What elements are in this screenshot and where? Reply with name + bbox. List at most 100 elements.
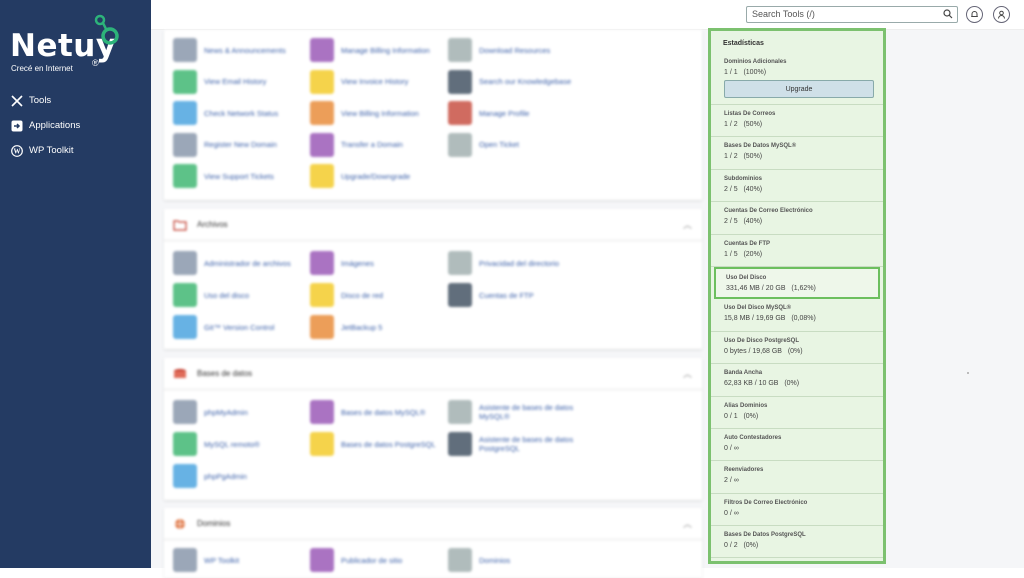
tool-icon — [310, 548, 334, 572]
tool-link[interactable]: MySQL remoto® — [173, 432, 260, 456]
tool-link[interactable]: Manage Profile — [448, 101, 529, 125]
tool-link[interactable]: View Invoice History — [310, 69, 408, 94]
chevron-up-icon[interactable]: ︿ — [683, 517, 692, 530]
tool-link[interactable]: JetBackup 5 — [310, 315, 382, 339]
tool-link[interactable]: Bases de datos MySQL® — [310, 400, 425, 424]
sidebar-item-applications[interactable]: Applications — [0, 113, 151, 138]
tool-label: View Email History — [204, 77, 267, 86]
tool-link[interactable]: phpMyAdmin — [173, 400, 248, 424]
tool-icon — [173, 101, 197, 125]
user-menu-button[interactable] — [993, 6, 1010, 23]
stat-value: 1 / 2 (50%) — [724, 121, 763, 128]
tool-link[interactable]: Open Ticket — [448, 132, 520, 157]
tool-link[interactable]: Upgrade/Downgrade — [310, 164, 410, 188]
stat-value: 15,8 MB / 19,69 GB (0,08%) — [724, 315, 816, 323]
database-icon — [174, 368, 186, 378]
netuy-logo[interactable]: Netuy Crecé en Internet ® — [10, 14, 140, 76]
tool-label: Open Ticket — [479, 140, 520, 149]
tool-icon — [448, 38, 472, 62]
sidebar-item-tools[interactable]: Tools — [0, 88, 151, 113]
tool-icon — [448, 432, 472, 456]
tool-link[interactable]: View Email History — [173, 69, 267, 94]
tool-label: JetBackup 5 — [341, 322, 383, 332]
stat-value: 2 / 5 (40%) — [724, 218, 763, 226]
search-icon[interactable] — [943, 9, 953, 19]
tool-label: Administrador de archivos — [204, 258, 291, 268]
tool-icon — [310, 101, 334, 125]
tool-link[interactable]: Publicador de sitio — [310, 548, 402, 572]
tool-link[interactable]: Dominios — [448, 548, 510, 572]
tool-label: Cuentas de FTP — [479, 290, 534, 300]
stat-label: Reenviadores — [724, 467, 764, 474]
tool-label: Dominios — [479, 555, 511, 565]
tool-label: phpPgAdmin — [204, 471, 247, 481]
notifications-button[interactable] — [966, 6, 983, 23]
stat-value: 0 bytes / 19,68 GB (0%) — [724, 347, 803, 355]
tool-icon — [448, 251, 472, 275]
stat-value: 0 / ∞ — [724, 509, 739, 517]
tool-icon — [173, 164, 197, 188]
tool-icon — [173, 315, 197, 339]
tool-link[interactable]: Manage Billing Information — [310, 38, 430, 62]
files-panel-header[interactable]: Archivos ︿ — [164, 209, 702, 241]
chevron-up-icon[interactable]: ︿ — [683, 367, 692, 380]
tool-label: View Support Tickets — [204, 171, 274, 181]
tool-link[interactable]: Asistente de bases de datos PostgreSQL — [448, 432, 584, 456]
main-content: News & Announcements Manage Billing Infor… — [151, 28, 1024, 578]
tool-label: MySQL remoto® — [204, 439, 260, 449]
stat-disk-usage: Uso Del Disco 331,46 MB / 20 GB (1,62%) — [714, 266, 880, 300]
tool-link[interactable]: phpPgAdmin — [173, 464, 247, 488]
stat-item: Reenviadores 2 / ∞ — [711, 461, 883, 494]
tool-label: Uso del disco — [204, 290, 250, 300]
tool-link[interactable]: Imágenes — [310, 251, 374, 275]
tool-link[interactable]: Download Resources — [448, 38, 550, 62]
tool-link[interactable]: Search our Knowledgebase — [448, 69, 571, 94]
chevron-up-icon[interactable]: ︿ — [683, 218, 692, 231]
tool-link[interactable]: Cuentas de FTP — [448, 283, 534, 307]
tool-icon — [310, 315, 334, 339]
tool-link[interactable]: Check Network Status — [173, 101, 278, 125]
files-panel-title: Archivos — [197, 220, 228, 229]
tool-link[interactable]: Register New Domain — [173, 132, 277, 157]
tool-label: Manage Billing Information — [341, 45, 430, 55]
tool-icon — [448, 101, 472, 125]
tool-link[interactable]: Disco de red — [310, 283, 383, 307]
tool-link[interactable]: Git™ Version Control — [173, 315, 274, 339]
tool-link[interactable]: Transfer a Domain — [310, 132, 403, 157]
statistics-panel: Estadísticas Dominios Adicionales 1 / 1 (… — [708, 28, 886, 564]
tool-link[interactable]: Privacidad del directorio — [448, 251, 559, 275]
tool-icon — [173, 548, 197, 572]
logo-registered: ® — [92, 58, 99, 68]
search-input[interactable]: Search Tools (/) — [746, 6, 958, 23]
stat-label: Filtros De Correo Electrónico — [724, 499, 808, 506]
tool-icon — [173, 432, 197, 456]
upgrade-button[interactable]: Upgrade — [724, 80, 874, 98]
stat-label: Uso Del Disco MySQL® — [724, 305, 792, 312]
sidebar-item-label: Applications — [29, 120, 81, 131]
tool-link[interactable]: Bases de datos PostgreSQL — [310, 432, 436, 456]
tool-label: Asistente de bases de datos PostgreSQL — [479, 435, 574, 453]
tool-icon — [310, 251, 334, 275]
sidebar-item-wp-toolkit[interactable]: W WP Toolkit — [0, 138, 151, 163]
stat-item: Uso De Disco PostgreSQL 0 bytes / 19,68 G… — [711, 332, 883, 365]
tool-link[interactable]: View Support Tickets — [173, 164, 274, 188]
domains-panel-title: Dominios — [197, 519, 231, 528]
tool-link[interactable]: View Billing Information — [310, 101, 419, 125]
tool-link[interactable]: Asistente de bases de datos MySQL® — [448, 400, 584, 424]
tool-link[interactable]: News & Announcements — [173, 38, 286, 62]
databases-panel-header[interactable]: Bases de datos ︿ — [164, 358, 702, 390]
tool-link[interactable]: Administrador de archivos — [173, 251, 291, 275]
tool-link[interactable]: Uso del disco — [173, 283, 249, 307]
sidebar-nav: Tools Applications W WP Toolkit — [0, 88, 151, 163]
tool-link[interactable]: WP Toolkit — [173, 548, 239, 572]
tool-label: WP Toolkit — [204, 555, 240, 565]
stat-value: 331,46 MB / 20 GB (1,62%) — [726, 284, 816, 292]
tool-icon — [173, 400, 197, 424]
bell-icon — [971, 11, 978, 17]
tool-label: Transfer a Domain — [341, 140, 403, 149]
domains-panel-header[interactable]: Dominios ︿ — [164, 508, 702, 540]
tool-label: News & Announcements — [204, 45, 286, 55]
statistics-list: Dominios Adicionales 1 / 1 (100%) Upgrade L… — [711, 53, 883, 559]
tool-icon — [173, 69, 197, 94]
stat-value: 62,83 KB / 10 GB (0%) — [724, 380, 800, 388]
